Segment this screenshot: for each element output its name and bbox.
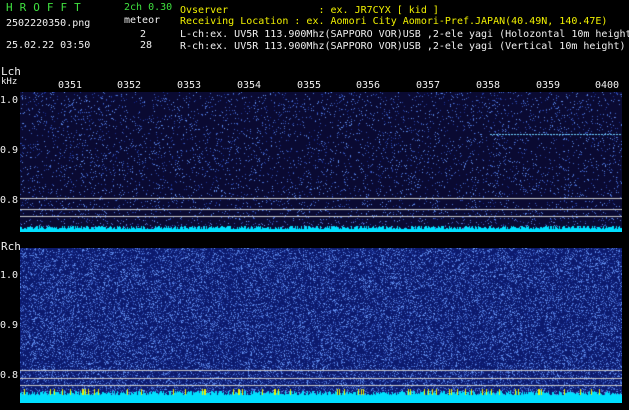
xtick-0400: 0400 xyxy=(595,80,620,91)
xtick-0358: 0358 xyxy=(476,80,501,91)
lch-meteor-count: 2 xyxy=(140,29,147,40)
lch-ytick-2: 0.9 xyxy=(0,145,19,156)
rch-label: Rch xyxy=(1,240,21,253)
rch-ytick-3: 0.8 xyxy=(0,370,19,381)
lch-info: L-ch:ex. UV5R 113.900Mhz(SAPPORO VOR)USB… xyxy=(180,29,629,40)
rch-meteor-count: 28 xyxy=(140,40,153,51)
xtick-0356: 0356 xyxy=(356,80,381,91)
xtick-0359: 0359 xyxy=(536,80,561,91)
observer-info: Ovserver : ex. JR7CYX [ kid ] xyxy=(180,5,439,16)
lch-ytick-3: 0.8 xyxy=(0,195,19,206)
xtick-0351: 0351 xyxy=(58,80,83,91)
lch-unit: kHz xyxy=(1,77,18,87)
xtick-0355: 0355 xyxy=(297,80,322,91)
xtick-0354: 0354 xyxy=(237,80,262,91)
rch-ytick-1: 1.0 xyxy=(0,270,19,281)
location-info: Receiving Location : ex. Aomori City Aom… xyxy=(180,16,608,27)
lch-spectrogram xyxy=(20,92,622,232)
lch-ytick-1: 1.0 xyxy=(0,95,19,106)
rch-spectrogram xyxy=(20,248,622,403)
rch-info: R-ch:ex. UV5R 113.900Mhz(SAPPORO VOR)USB… xyxy=(180,41,626,52)
meteor-label: meteor xyxy=(124,15,161,26)
xtick-0353: 0353 xyxy=(177,80,202,91)
file-name: 2502220350.png xyxy=(6,18,91,29)
xtick-0352: 0352 xyxy=(117,80,142,91)
rch-ytick-2: 0.9 xyxy=(0,320,19,331)
datetime: 25.02.22 03:50 xyxy=(6,40,91,51)
lch-label: Lch xyxy=(1,65,21,78)
app-title: HROFFT xyxy=(6,1,88,14)
xtick-0357: 0357 xyxy=(416,80,441,91)
mode-label: 2ch 0.30 xyxy=(124,2,173,13)
